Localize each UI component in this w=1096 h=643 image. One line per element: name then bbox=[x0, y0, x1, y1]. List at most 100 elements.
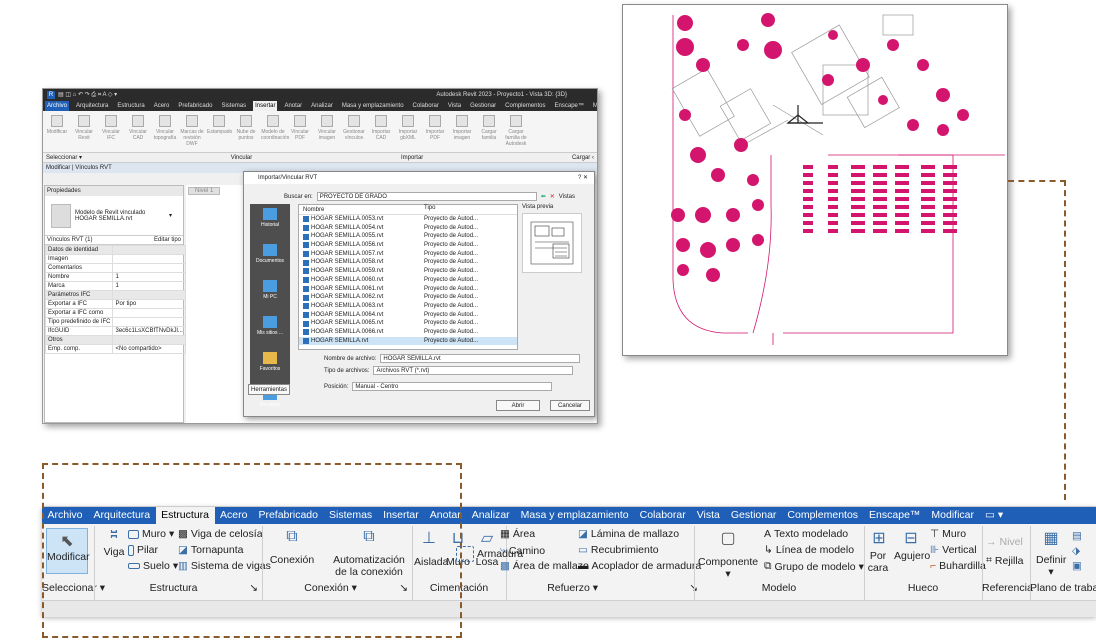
ribbon-tab[interactable]: ▭ ▾ bbox=[980, 507, 1009, 524]
place-item[interactable]: Documentos bbox=[250, 240, 290, 276]
ribbon-tab[interactable]: Arquitectura bbox=[74, 101, 110, 111]
agujero-button[interactable]: ⊟ Agujero bbox=[894, 528, 930, 562]
ribbon-button[interactable]: Vincular PDF bbox=[288, 113, 312, 150]
place-item[interactable]: Mis sitios ... bbox=[250, 312, 290, 348]
ribbon-button[interactable]: Vincular topografía bbox=[153, 113, 177, 150]
type-selector[interactable]: Modelo de Revit vinculado HOGAR SEMILLA.… bbox=[45, 196, 183, 236]
ribbon-button[interactable]: Importar gbXML bbox=[396, 113, 420, 150]
ribbon-button[interactable]: Modificar bbox=[45, 113, 69, 150]
rejilla-button[interactable]: ⌗ Rejilla bbox=[986, 554, 1024, 567]
ribbon-button[interactable]: Vincular IFC bbox=[99, 113, 123, 150]
file-row[interactable]: HOGAR SEMILLA.0059.rvt Proyecto de Autod.… bbox=[299, 267, 517, 276]
close-icon[interactable]: ? ✕ bbox=[578, 172, 588, 184]
file-row[interactable]: HOGAR SEMILLA.0055.rvt Proyecto de Autod.… bbox=[299, 232, 517, 241]
file-row[interactable]: HOGAR SEMILLA.0061.rvt Proyecto de Autod.… bbox=[299, 285, 517, 294]
file-row[interactable]: HOGAR SEMILLA.0053.rvt Proyecto de Autod.… bbox=[299, 215, 517, 224]
open-button[interactable]: Abrir bbox=[496, 400, 540, 411]
ribbon-button[interactable]: Importar imagen bbox=[450, 113, 474, 150]
cancel-button[interactable]: Cancelar bbox=[550, 400, 590, 411]
panel-seleccionar[interactable]: Seleccionar ▾ bbox=[46, 153, 82, 162]
file-row[interactable]: HOGAR SEMILLA.0056.rvt Proyecto de Autod.… bbox=[299, 241, 517, 250]
acoplador-button[interactable]: ▬ Acoplador de armadura bbox=[578, 560, 701, 572]
file-row[interactable]: HOGAR SEMILLA.0066.rvt Proyecto de Autod.… bbox=[299, 328, 517, 337]
file-row[interactable]: HOGAR SEMILLA.0058.rvt Proyecto de Autod.… bbox=[299, 258, 517, 267]
ribbon-tab[interactable]: Analizar bbox=[309, 101, 335, 111]
property-value[interactable]: <No compartido> bbox=[112, 344, 186, 354]
ribbon-tab[interactable]: Mo bbox=[591, 101, 597, 111]
place-item[interactable]: Mi PC bbox=[250, 276, 290, 312]
property-value[interactable]: Por tipo bbox=[112, 299, 186, 309]
ribbon-button[interactable]: Vincular imagen bbox=[315, 113, 339, 150]
ribbon-button[interactable]: Cargar familia de Autodesk bbox=[504, 113, 528, 150]
property-value[interactable] bbox=[112, 254, 186, 264]
ribbon-tab[interactable]: Vista bbox=[691, 507, 725, 524]
por-cara-button[interactable]: ⊞ Por cara bbox=[866, 528, 892, 574]
ribbon-button[interactable]: Marcas de revisión DWF bbox=[180, 113, 204, 150]
lamina-button[interactable]: ◪ Lámina de mallazo bbox=[578, 528, 679, 540]
property-value[interactable]: 3ec6c1LsXCBfTNvDkJl... bbox=[112, 326, 186, 336]
workplane-tools[interactable]: ▤ ⬗ ▣ bbox=[1072, 529, 1082, 574]
delete-icon[interactable]: ✕ bbox=[550, 193, 555, 200]
file-row[interactable]: HOGAR SEMILLA.0054.rvt Proyecto de Autod.… bbox=[299, 224, 517, 233]
ribbon-button[interactable]: Modelo de coordinación bbox=[261, 113, 289, 150]
views-button[interactable]: Vistas bbox=[559, 194, 575, 200]
ribbon-button[interactable]: Vincular CAD bbox=[126, 113, 150, 150]
position-select[interactable]: Manual - Centro bbox=[352, 382, 553, 391]
place-item[interactable]: Favoritos bbox=[250, 348, 290, 384]
filename-input[interactable]: HOGAR SEMILLA.rvt bbox=[380, 354, 581, 363]
ribbon-button[interactable]: Estampado bbox=[207, 113, 232, 150]
ribbon-tab[interactable]: Anotar bbox=[282, 101, 304, 111]
property-value[interactable] bbox=[112, 317, 186, 327]
area-button[interactable]: ▦ Área bbox=[500, 528, 535, 540]
ribbon-button[interactable]: Importar PDF bbox=[423, 113, 447, 150]
ribbon-button[interactable]: Nube de puntos bbox=[234, 113, 258, 150]
ribbon-tab[interactable]: Colaborar bbox=[634, 507, 691, 524]
panel-refuerzo[interactable]: Refuerzo ▾ ↘ bbox=[456, 582, 702, 595]
property-value[interactable]: 1 bbox=[112, 272, 186, 282]
property-value[interactable]: 1 bbox=[112, 281, 186, 291]
ribbon-tab[interactable]: Archivo bbox=[45, 101, 70, 111]
ribbon-tab[interactable]: Gestionar bbox=[468, 101, 498, 111]
ribbon-button[interactable]: Gestionar vínculos bbox=[342, 113, 366, 150]
texto-modelado-button[interactable]: A Texto modelado bbox=[764, 528, 848, 540]
property-section[interactable]: Parámetros IFC bbox=[44, 290, 186, 300]
ribbon-tab[interactable]: Estructura bbox=[115, 101, 146, 111]
ribbon-tab[interactable]: Insertar bbox=[253, 101, 278, 111]
place-item[interactable]: Historial bbox=[250, 204, 290, 240]
ribbon-tab[interactable]: Complementos bbox=[503, 101, 547, 111]
ribbon-tab[interactable]: Masa y emplazamiento bbox=[340, 101, 406, 111]
tools-button[interactable]: Herramientas bbox=[248, 384, 290, 395]
property-value[interactable] bbox=[112, 308, 186, 318]
file-row[interactable]: HOGAR SEMILLA.0063.rvt Proyecto de Autod.… bbox=[299, 302, 517, 311]
file-row[interactable]: HOGAR SEMILLA.rvt Proyecto de Autod... bbox=[299, 336, 517, 346]
quick-access-toolbar[interactable]: ▤ ◫ ⌂ ↶ ↷ ⎙ ⌗ A ◇ ▾ bbox=[58, 91, 117, 99]
property-section[interactable]: Datos de identidad bbox=[44, 245, 186, 255]
ribbon-tab[interactable]: Sistemas bbox=[219, 101, 248, 111]
instance-filter[interactable]: Vínculos RVT (1) bbox=[47, 237, 92, 243]
grupo-modelo-button[interactable]: ⧉ Grupo de modelo ▾ bbox=[764, 560, 864, 573]
armadura-button[interactable]: ⊡ bbox=[460, 528, 504, 548]
lookin-combo[interactable]: PROYECTO DE GRADO bbox=[316, 192, 537, 201]
chevron-down-icon[interactable]: ▾ bbox=[169, 212, 172, 219]
ribbon-tab[interactable]: Colaborar bbox=[411, 101, 441, 111]
edit-type-button[interactable]: Editar tipo bbox=[154, 237, 181, 243]
recubrimiento-button[interactable]: ▭ Recubrimiento bbox=[578, 544, 659, 556]
ribbon-tab[interactable]: Modificar bbox=[926, 507, 980, 524]
ribbon-tab[interactable]: Gestionar bbox=[725, 507, 782, 524]
col-tipo[interactable]: Tipo bbox=[424, 205, 517, 214]
ribbon-tab[interactable]: Enscape™ bbox=[553, 101, 586, 111]
filetype-select[interactable]: Archivos RVT (*.rvt) bbox=[373, 366, 574, 375]
ribbon-button[interactable]: Vincular Revit bbox=[72, 113, 96, 150]
ribbon-tab[interactable]: Analizar bbox=[466, 507, 515, 524]
ribbon-tab[interactable]: Acero bbox=[152, 101, 172, 111]
col-nombre[interactable]: Nombre bbox=[299, 205, 424, 214]
property-section[interactable]: Otros bbox=[44, 335, 186, 345]
file-row[interactable]: HOGAR SEMILLA.0065.rvt Proyecto de Autod.… bbox=[299, 319, 517, 328]
ribbon-button[interactable]: Cargar familia bbox=[477, 113, 501, 150]
buhardilla-button[interactable]: ⌐ Buhardilla bbox=[930, 560, 986, 572]
back-icon[interactable]: ⬅ bbox=[541, 193, 546, 200]
ribbon-tab[interactable]: Complementos bbox=[782, 507, 864, 524]
ribbon-tab[interactable]: Prefabricado bbox=[176, 101, 214, 111]
file-row[interactable]: HOGAR SEMILLA.0062.rvt Proyecto de Autod.… bbox=[299, 293, 517, 302]
linea-modelo-button[interactable]: ↳ Línea de modelo bbox=[764, 544, 854, 556]
